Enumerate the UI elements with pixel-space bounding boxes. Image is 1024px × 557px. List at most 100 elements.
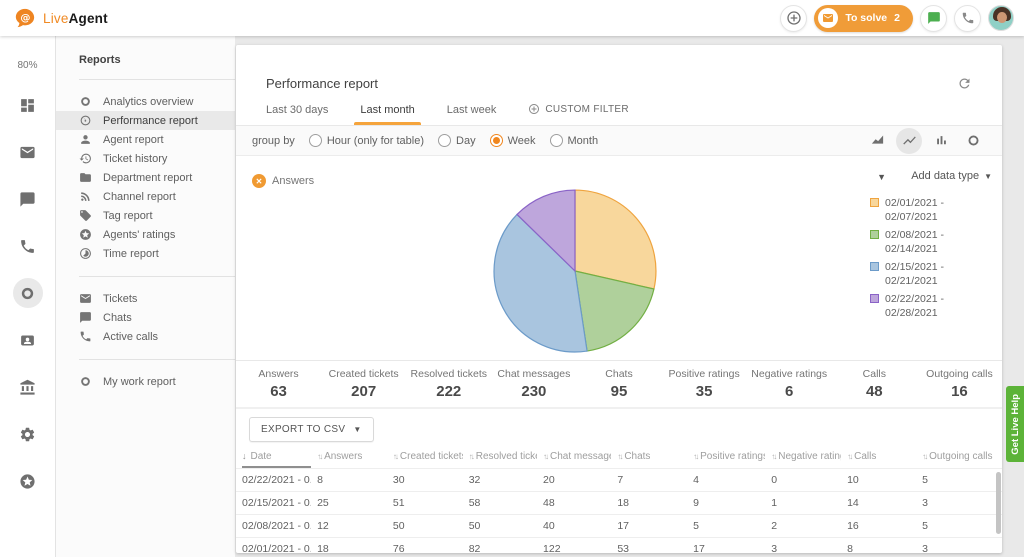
nav-item-performance-report[interactable]: Performance report <box>56 111 235 130</box>
nav-item-tag-report[interactable]: Tag report <box>56 206 235 225</box>
legend-item[interactable]: 02/01/2021 - 02/07/2021 <box>870 196 992 224</box>
cell: 76 <box>387 538 463 554</box>
liveagent-logo[interactable]: @ LiveAgent <box>14 7 108 29</box>
tab-last-30-days[interactable]: Last 30 days <box>250 104 344 125</box>
rail-dashboard-button[interactable] <box>13 90 43 120</box>
nav-title: Reports <box>56 54 235 66</box>
table-row[interactable]: 02/15/2021 - 0... 25 51 58 48 18 9 1 14 … <box>236 492 1002 515</box>
stat-label: Calls <box>863 368 886 380</box>
user-avatar[interactable] <box>988 5 1014 31</box>
nav-item-label: Ticket history <box>103 153 167 165</box>
col-header-outgoing-calls[interactable]: ↑↓Outgoing calls <box>916 448 1002 469</box>
table-row[interactable]: 02/08/2021 - 0... 12 50 50 40 17 5 2 16 … <box>236 515 1002 538</box>
tab-custom-filter[interactable]: CUSTOM FILTER <box>512 103 645 125</box>
series-dropdown-caret[interactable]: ▼ <box>873 168 890 186</box>
rail-calls-button[interactable] <box>13 231 43 261</box>
radio-circle <box>438 134 451 147</box>
line-chart-button[interactable] <box>896 128 922 154</box>
remove-series-icon[interactable]: ✕ <box>252 174 266 188</box>
page-title: Performance report <box>266 76 378 91</box>
add-button[interactable] <box>780 5 807 32</box>
cell: 32 <box>463 469 537 492</box>
donut-icon <box>79 95 92 108</box>
col-header-calls[interactable]: ↑↓Calls <box>841 448 916 469</box>
svg-text:@: @ <box>20 13 30 24</box>
app-shell: 80% Reports <box>0 36 1024 557</box>
rail-reports-button[interactable] <box>13 278 43 308</box>
nav-item-agent-report[interactable]: Agent report <box>56 130 235 149</box>
card-header: Performance report <box>236 45 1002 99</box>
col-header-positive-ratings[interactable]: ↑↓Positive ratings <box>687 448 765 469</box>
sort-desc-icon: ↓ <box>242 451 247 461</box>
export-to-csv-button[interactable]: EXPORT TO CSV ▼ <box>249 417 374 442</box>
nav-item-analytics-overview[interactable]: Analytics overview <box>56 92 235 111</box>
refresh-button[interactable] <box>957 76 972 91</box>
star-circle-icon <box>19 473 36 490</box>
col-header-answers[interactable]: ↑↓Answers <box>311 448 387 469</box>
get-live-help-button[interactable]: Get Live Help <box>1006 386 1024 462</box>
cell: 2 <box>765 515 841 538</box>
nav-item-channel-report[interactable]: Channel report <box>56 187 235 206</box>
plus-circle-icon <box>786 10 802 26</box>
pie-chart[interactable] <box>490 186 660 356</box>
cell-date: 02/22/2021 - 0... <box>236 469 311 492</box>
radio-day[interactable]: Day <box>438 134 476 147</box>
rail-ratings-button[interactable] <box>13 466 43 496</box>
table-row[interactable]: 02/01/2021 - 0... 18 76 82 122 53 17 3 8… <box>236 538 1002 554</box>
radio-hour[interactable]: Hour (only for table) <box>309 134 424 147</box>
nav-item-chats[interactable]: Chats <box>56 308 235 327</box>
rail-customers-button[interactable] <box>13 325 43 355</box>
legend-label: 02/01/2021 - 02/07/2021 <box>885 196 985 224</box>
nav-item-label: Tag report <box>103 210 153 222</box>
answers-series-chip[interactable]: ✕ Answers <box>252 174 314 188</box>
nav-item-time-report[interactable]: Time report <box>56 244 235 263</box>
rail-billing-button[interactable] <box>13 372 43 402</box>
tab-last-week[interactable]: Last week <box>431 104 513 125</box>
col-header-date[interactable]: ↓Date <box>236 448 311 469</box>
nav-item-label: Performance report <box>103 115 198 127</box>
stat-calls: Calls48 <box>832 361 917 407</box>
radio-month[interactable]: Month <box>550 134 599 147</box>
add-data-type-dropdown[interactable]: Add data type ▼ <box>911 170 992 182</box>
cell-date: 02/15/2021 - 0... <box>236 492 311 515</box>
donut-icon <box>79 375 92 388</box>
col-header-chat-messages[interactable]: ↑↓Chat messages <box>537 448 611 469</box>
folder-icon <box>79 171 92 184</box>
radio-week[interactable]: Week <box>490 134 536 147</box>
col-header-resolved-tickets[interactable]: ↑↓Resolved tickets <box>463 448 537 469</box>
bar-chart-button[interactable] <box>928 128 954 154</box>
col-header-chats[interactable]: ↑↓Chats <box>611 448 687 469</box>
radio-circle <box>490 134 503 147</box>
col-header-negative-ratings[interactable]: ↑↓Negative ratings <box>765 448 841 469</box>
table-scrollbar[interactable] <box>996 472 1001 534</box>
to-solve-button[interactable]: To solve 2 <box>814 5 913 32</box>
rail-tickets-button[interactable] <box>13 137 43 167</box>
nav-item-active-calls[interactable]: Active calls <box>56 327 235 346</box>
to-solve-count: 2 <box>894 12 900 24</box>
col-header-created-tickets[interactable]: ↑↓Created tickets <box>387 448 463 469</box>
legend-swatch <box>870 294 879 303</box>
area-chart-button[interactable] <box>864 128 890 154</box>
legend-item[interactable]: 02/08/2021 - 02/14/2021 <box>870 228 992 256</box>
legend-item[interactable]: 02/22/2021 - 02/28/2021 <box>870 292 992 320</box>
nav-item-tickets[interactable]: Tickets <box>56 289 235 308</box>
legend-item[interactable]: 02/15/2021 - 02/21/2021 <box>870 260 992 288</box>
date-range-tabs: Last 30 days Last month Last week CUSTOM… <box>236 99 1002 126</box>
nav-item-department-report[interactable]: Department report <box>56 168 235 187</box>
rail-chats-button[interactable] <box>13 184 43 214</box>
main-area: Performance report Last 30 days Last mon… <box>235 36 1024 557</box>
nav-item-agents-ratings[interactable]: Agents' ratings <box>56 225 235 244</box>
rail-settings-button[interactable] <box>13 419 43 449</box>
calls-button[interactable] <box>954 5 981 32</box>
nav-item-label: Agent report <box>103 134 164 146</box>
stat-label: Outgoing calls <box>926 368 993 380</box>
nav-item-my-work-report[interactable]: My work report <box>56 372 235 391</box>
tab-last-month[interactable]: Last month <box>344 104 430 125</box>
tab-label: Last month <box>360 104 414 116</box>
nav-item-label: Tickets <box>103 293 137 305</box>
chats-button[interactable] <box>920 5 947 32</box>
nav-item-ticket-history[interactable]: Ticket history <box>56 149 235 168</box>
pie-chart-button[interactable] <box>960 128 986 154</box>
nav-item-label: Active calls <box>103 331 158 343</box>
table-row[interactable]: 02/22/2021 - 0... 8 30 32 20 7 4 0 10 5 <box>236 469 1002 492</box>
